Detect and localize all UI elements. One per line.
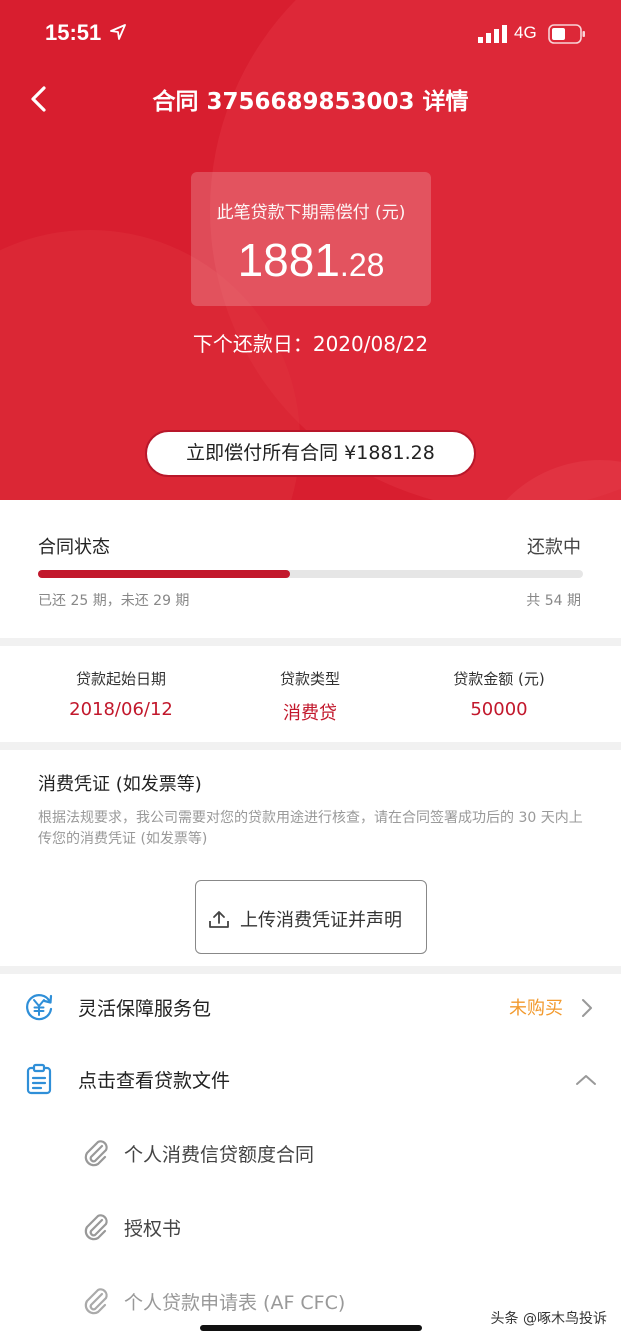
network-type: 4G xyxy=(514,23,537,42)
clipboard-icon xyxy=(26,1063,52,1095)
divider xyxy=(0,742,621,750)
hero-header: 15:51 4G 合同 3756689853003 详情 此笔贷款下期需偿付 (… xyxy=(0,0,621,500)
upload-button-label: 上传消费凭证并声明 xyxy=(240,910,402,931)
view-loan-documents-row[interactable]: 点击查看贷款文件 xyxy=(0,1044,621,1114)
info-value: 消费贷 xyxy=(283,703,337,724)
location-arrow-icon xyxy=(110,24,126,40)
info-value: 50000 xyxy=(470,699,528,720)
document-item[interactable]: 授权书 xyxy=(0,1198,621,1258)
home-indicator xyxy=(200,1325,422,1331)
chevron-up-icon xyxy=(576,1075,596,1085)
loan-type: 贷款类型 消费贷 xyxy=(210,668,410,725)
pay-all-contracts-button[interactable]: 立即偿付所有合同 ¥1881.28 xyxy=(145,430,476,477)
amount-value: 1881.28 xyxy=(191,233,431,287)
voucher-title: 消费凭证 (如发票等) xyxy=(38,774,202,795)
loan-start-date: 贷款起始日期 2018/06/12 xyxy=(21,668,221,720)
paperclip-icon xyxy=(84,1288,108,1315)
consumption-voucher-section: 消费凭证 (如发票等) 根据法规要求，我公司需要对您的贷款用途进行核查，请在合同… xyxy=(0,750,621,966)
watermark: 头条 @啄木鸟投诉 xyxy=(490,1311,607,1327)
info-key: 贷款起始日期 xyxy=(75,670,166,688)
service-status-badge: 未购买 xyxy=(509,998,563,1019)
document-label: 个人贷款申请表 (AF CFC) xyxy=(124,1292,346,1314)
document-label: 个人消费信贷额度合同 xyxy=(124,1144,315,1166)
info-key: 贷款类型 xyxy=(279,670,340,688)
chevron-right-icon xyxy=(582,999,592,1017)
next-payment-card: 此笔贷款下期需偿付 (元) 1881.28 xyxy=(191,172,431,306)
repayment-progress-fill xyxy=(38,570,291,578)
signal-icon xyxy=(478,25,507,43)
yuan-refresh-icon xyxy=(26,994,53,1021)
loan-info-section: 贷款起始日期 2018/06/12 贷款类型 消费贷 贷款金额 (元) 5000… xyxy=(0,646,621,742)
repayment-progress-bar xyxy=(38,570,583,578)
document-item[interactable]: 个人消费信贷额度合同 xyxy=(0,1124,621,1184)
contract-status-section: 合同状态 还款中 已还 25 期，未还 29 期 共 54 期 xyxy=(0,500,621,638)
total-periods-text: 共 54 期 xyxy=(526,593,581,609)
flexible-protection-service-row[interactable]: 灵活保障服务包 未购买 xyxy=(0,972,621,1042)
status-label: 合同状态 xyxy=(38,537,110,558)
upload-voucher-button[interactable]: 上传消费凭证并声明 xyxy=(195,880,427,954)
voucher-description: 根据法规要求，我公司需要对您的贷款用途进行核查，请在合同签署成功后的 30 天内… xyxy=(38,810,583,847)
paperclip-icon xyxy=(84,1214,108,1241)
info-key: 贷款金额 (元) xyxy=(453,670,545,688)
status-time: 15:51 xyxy=(45,20,102,45)
docs-row-label: 点击查看贷款文件 xyxy=(78,1070,231,1092)
loan-amount: 贷款金额 (元) 50000 xyxy=(399,668,599,720)
next-repayment-date: 下个还款日：2020/08/22 xyxy=(192,332,429,356)
service-row-label: 灵活保障服务包 xyxy=(78,998,212,1020)
upload-icon xyxy=(209,911,229,928)
divider xyxy=(0,638,621,646)
status-value: 还款中 xyxy=(527,537,581,558)
page-title: 合同 3756689853003 详情 xyxy=(152,89,469,115)
battery-icon xyxy=(548,24,585,44)
amount-decimal: .28 xyxy=(339,247,385,283)
amount-integer: 1881 xyxy=(237,234,340,286)
document-label: 授权书 xyxy=(124,1218,182,1240)
status-bar: 15:51 4G xyxy=(0,0,621,68)
paid-periods-text: 已还 25 期，未还 29 期 xyxy=(38,593,190,609)
amount-label: 此笔贷款下期需偿付 (元) xyxy=(216,203,406,223)
info-value: 2018/06/12 xyxy=(69,699,173,720)
paperclip-icon xyxy=(84,1140,108,1167)
